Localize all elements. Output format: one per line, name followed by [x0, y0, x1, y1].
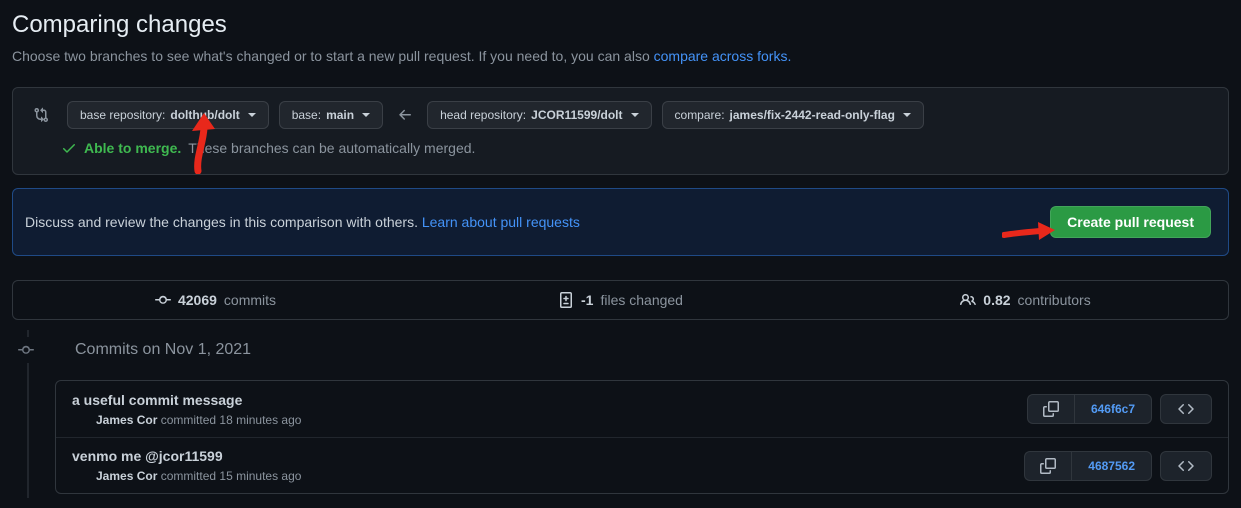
commit-actions: 646f6c7 [1027, 394, 1212, 424]
diff-stats-bar: 42069 commits -1 files changed 0.82 cont… [12, 280, 1229, 320]
caret-down-icon [903, 113, 911, 117]
contributors-label: contributors [1018, 292, 1091, 308]
git-compare-icon [33, 107, 49, 123]
commit-main: a useful commit message James Cor commit… [72, 391, 301, 428]
banner-text: Discuss and review the changes in this c… [25, 214, 580, 230]
git-commit-icon [155, 292, 171, 308]
arrow-left-icon [397, 107, 413, 123]
commit-meta-text: committed 18 minutes ago [161, 413, 302, 427]
page-title: Comparing changes [12, 0, 1229, 41]
commit-main: venmo me @jcor11599 James Cor committed … [72, 447, 301, 484]
caret-down-icon [248, 113, 256, 117]
branch-selector-row: base repository: dolthub/dolt base: main… [29, 101, 1212, 129]
compare-branch-label: compare: [675, 108, 725, 122]
sha-button-group: 646f6c7 [1027, 394, 1152, 424]
commit-row: a useful commit message James Cor commit… [56, 381, 1228, 437]
red-arrow-annotation-create-pr [1002, 219, 1056, 243]
commits-date-header: Commits on Nov 1, 2021 [12, 340, 1229, 360]
commit-meta: James Cor committed 15 minutes ago [96, 469, 301, 484]
branch-selector-box: base repository: dolthub/dolt base: main… [12, 87, 1229, 175]
learn-about-pull-requests-link[interactable]: Learn about pull requests [422, 214, 580, 230]
compare-page: Comparing changes Choose two branches to… [0, 0, 1241, 508]
commit-row: venmo me @jcor11599 James Cor committed … [56, 437, 1228, 493]
compare-branch-select[interactable]: compare: james/fix-2442-read-only-flag [662, 101, 924, 129]
commits-date-text: Commits on Nov 1, 2021 [75, 341, 251, 359]
git-commit-icon [16, 337, 36, 363]
stat-commits[interactable]: 42069 commits [13, 281, 418, 319]
commits-timeline: Commits on Nov 1, 2021 a useful commit m… [12, 340, 1229, 494]
people-icon [960, 292, 976, 308]
merge-status-row: Able to merge. These branches can be aut… [61, 140, 1212, 156]
contributors-count: 0.82 [983, 292, 1010, 308]
merge-status-text: These branches can be automatically merg… [188, 140, 475, 156]
head-repository-select[interactable]: head repository: JCOR11599/dolt [427, 101, 651, 129]
base-repository-select[interactable]: base repository: dolthub/dolt [67, 101, 269, 129]
pull-request-banner: Discuss and review the changes in this c… [12, 188, 1229, 256]
commit-author-link[interactable]: James Cor [96, 469, 157, 483]
base-branch-select[interactable]: base: main [279, 101, 383, 129]
caret-down-icon [631, 113, 639, 117]
base-repository-label: base repository: [80, 108, 165, 122]
stat-files-changed[interactable]: -1 files changed [418, 281, 823, 319]
compare-across-forks-link[interactable]: compare across forks. [654, 48, 792, 64]
commit-author-link[interactable]: James Cor [96, 413, 157, 427]
commit-sha-link[interactable]: 646f6c7 [1074, 394, 1152, 424]
browse-code-button[interactable] [1160, 451, 1212, 481]
stat-contributors[interactable]: 0.82 contributors [823, 281, 1228, 319]
code-icon [1178, 458, 1194, 474]
code-icon [1178, 401, 1194, 417]
sha-button-group: 4687562 [1024, 451, 1152, 481]
commit-list: a useful commit message James Cor commit… [55, 380, 1229, 494]
compare-branch-value: james/fix-2442-read-only-flag [730, 108, 895, 122]
commit-meta-text: committed 15 minutes ago [161, 469, 302, 483]
commit-message-link[interactable]: venmo me @jcor11599 [72, 447, 301, 465]
page-subtitle: Choose two branches to see what's change… [12, 46, 1229, 66]
base-branch-label: base: [292, 108, 321, 122]
head-repository-label: head repository: [440, 108, 526, 122]
copy-sha-button[interactable] [1024, 451, 1071, 481]
copy-sha-button[interactable] [1027, 394, 1074, 424]
files-changed-count: -1 [581, 292, 593, 308]
commit-sha-link[interactable]: 4687562 [1071, 451, 1152, 481]
base-branch-value: main [326, 108, 354, 122]
check-icon [61, 140, 77, 156]
browse-code-button[interactable] [1160, 394, 1212, 424]
copy-icon [1043, 401, 1059, 417]
merge-status-strong: Able to merge. [84, 140, 181, 156]
copy-icon [1040, 458, 1056, 474]
subtitle-text: Choose two branches to see what's change… [12, 48, 650, 64]
create-pull-request-button[interactable]: Create pull request [1050, 206, 1211, 238]
file-diff-icon [558, 292, 574, 308]
caret-down-icon [362, 113, 370, 117]
commit-message-link[interactable]: a useful commit message [72, 391, 301, 409]
commit-meta: James Cor committed 18 minutes ago [96, 413, 301, 428]
base-repository-value: dolthub/dolt [170, 108, 239, 122]
files-changed-label: files changed [600, 292, 683, 308]
commits-label: commits [224, 292, 276, 308]
commit-actions: 4687562 [1024, 451, 1212, 481]
head-repository-value: JCOR11599/dolt [531, 108, 622, 122]
banner-text-main: Discuss and review the changes in this c… [25, 214, 418, 230]
commits-count: 42069 [178, 292, 217, 308]
